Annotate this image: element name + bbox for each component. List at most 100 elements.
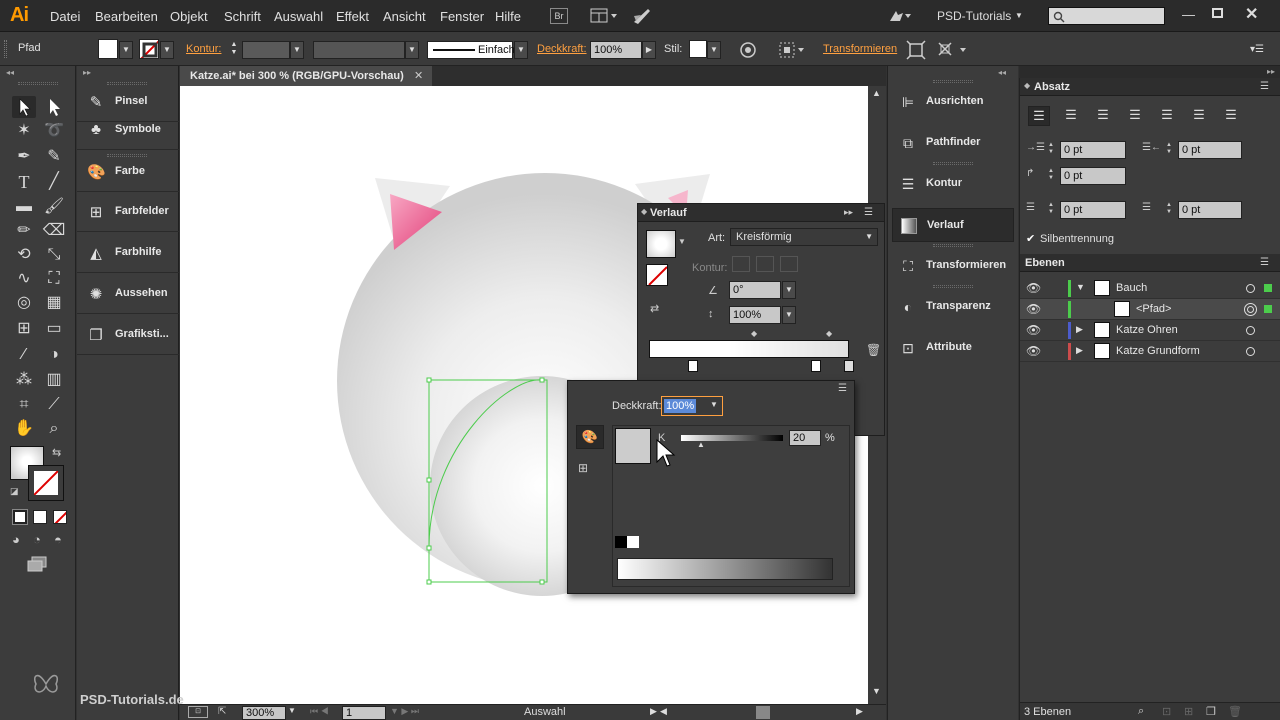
layer-row-pfad[interactable]: 👁 <Pfad>: [1020, 299, 1280, 320]
selection-handle[interactable]: [426, 477, 432, 483]
panel-menu-icon[interactable]: ☰: [1260, 257, 1269, 268]
align-right-button[interactable]: ☰: [1092, 106, 1114, 126]
new-sublayer-icon[interactable]: ⊞: [1184, 705, 1193, 718]
dock-grip[interactable]: [933, 244, 973, 247]
artboard-number-field[interactable]: 1: [342, 706, 386, 720]
zoom-chevron-icon[interactable]: ▼: [288, 706, 296, 715]
midpoint-diamond-icon[interactable]: ◆: [751, 329, 757, 338]
close-tab-icon[interactable]: ✕: [414, 69, 423, 82]
panel-menu-icon[interactable]: ☰: [864, 207, 873, 218]
control-bar-grip[interactable]: [4, 40, 7, 58]
target-circle-icon[interactable]: [1246, 284, 1255, 293]
menu-datei[interactable]: Datei: [50, 9, 80, 24]
dock-grip[interactable]: [933, 285, 973, 288]
aspect-chevron-icon[interactable]: ▼: [782, 306, 796, 324]
target-circle-selected-icon[interactable]: [1244, 303, 1257, 316]
first-artboard-icon[interactable]: ⏮ ◀: [310, 706, 329, 717]
k-value-field[interactable]: 20: [789, 430, 821, 446]
gradient-stop[interactable]: [844, 360, 854, 372]
opacity-field[interactable]: 100%: [590, 41, 642, 59]
right-indent-field[interactable]: 0 pt: [1178, 141, 1242, 159]
menu-bearbeiten[interactable]: Bearbeiten: [95, 9, 158, 24]
selection-handle[interactable]: [426, 545, 432, 551]
visibility-eye-icon[interactable]: 👁: [1026, 344, 1041, 358]
ebenen-panel-header[interactable]: Ebenen ☰: [1020, 254, 1280, 272]
visibility-eye-icon[interactable]: 👁: [1026, 302, 1041, 316]
align-left-button[interactable]: ☰: [1028, 106, 1050, 126]
panel-menu-icon[interactable]: ☰: [1260, 81, 1269, 92]
draw-inside-icon[interactable]: ◓: [54, 532, 62, 547]
justify-center-button[interactable]: ☰: [1156, 106, 1178, 126]
stroke-weight-stepper[interactable]: ▲ ▼: [228, 41, 240, 59]
current-color-swatch[interactable]: [615, 428, 651, 464]
stroke-weight-chevron-icon[interactable]: ▼: [290, 41, 304, 59]
panel-collapse-icon[interactable]: ▸▸: [844, 207, 853, 218]
white-swatch[interactable]: [627, 536, 639, 548]
layer-name[interactable]: Katze Grundform: [1116, 345, 1200, 357]
gradient-stop[interactable]: [811, 360, 821, 372]
scroll-down-arrow-icon[interactable]: ▼: [872, 686, 881, 696]
export-icon[interactable]: ⇱: [218, 706, 226, 717]
dock-item-transparenz[interactable]: ◐ Transparenz: [892, 290, 1014, 324]
status-text[interactable]: Auswahl: [524, 706, 566, 718]
control-bar-menu-icon[interactable]: ▾☰: [1250, 44, 1264, 55]
stroke-along-button[interactable]: [756, 256, 774, 272]
artboard-tool-icon[interactable]: ⌗: [12, 394, 36, 416]
brush-profile-chevron-icon[interactable]: ▼: [514, 41, 528, 59]
absatz-panel-header[interactable]: ◆ Absatz ☰: [1020, 78, 1280, 96]
reverse-gradient-icon[interactable]: ⇄: [650, 302, 659, 315]
delete-layer-icon[interactable]: 🗑: [1228, 705, 1242, 718]
layer-row-katze-grundform[interactable]: 👁 ▶ Katze Grundform: [1020, 341, 1280, 362]
left-indent-stepper[interactable]: ▲ ▼: [1048, 142, 1054, 156]
verlauf-panel-header[interactable]: ◆ Verlauf ▸▸ ☰: [638, 204, 884, 222]
hscroll-right-icon[interactable]: ▶: [856, 706, 863, 717]
type-tool-icon[interactable]: T: [12, 171, 36, 193]
dock-item-symbole[interactable]: ♣ Symbole: [77, 110, 179, 150]
first-line-indent-stepper[interactable]: ▲ ▼: [1048, 168, 1054, 182]
direct-selection-tool-icon[interactable]: [42, 96, 66, 118]
default-fill-stroke-icon[interactable]: ◪: [10, 486, 19, 497]
expand-triangle-icon[interactable]: ▶: [1076, 345, 1083, 356]
expand-triangle-icon[interactable]: ▶: [1076, 324, 1083, 335]
column-graph-tool-icon[interactable]: ▥: [42, 369, 66, 391]
panel-toggle-icon[interactable]: ◆: [641, 207, 647, 216]
justify-right-button[interactable]: ☰: [1188, 106, 1210, 126]
brush-profile-select[interactable]: Einfach: [427, 41, 515, 59]
gradient-mode-icon[interactable]: [33, 510, 47, 524]
eyedropper-tool-icon[interactable]: ⁄: [12, 344, 36, 366]
hyphenation-checkbox[interactable]: ✔: [1026, 232, 1035, 245]
draw-normal-icon[interactable]: ◕: [12, 532, 20, 547]
visibility-eye-icon[interactable]: 👁: [1026, 281, 1041, 295]
left-indent-field[interactable]: 0 pt: [1060, 141, 1126, 159]
layer-row-bauch[interactable]: 👁 ▼ Bauch: [1020, 278, 1280, 299]
help-search-input[interactable]: [1048, 7, 1165, 25]
angle-field[interactable]: 0°: [729, 281, 781, 299]
dock-item-grafikstile[interactable]: ❐ Grafiksti...: [77, 315, 179, 355]
swap-fill-stroke-icon[interactable]: ⇆: [52, 446, 61, 459]
toolbar-collapse-icon[interactable]: ◂◂: [6, 68, 14, 77]
space-before-field[interactable]: 0 pt: [1060, 201, 1126, 219]
target-circle-icon[interactable]: [1246, 347, 1255, 356]
scale-tool-icon[interactable]: ⤡: [42, 244, 66, 266]
popup-menu-icon[interactable]: ☰: [838, 383, 847, 394]
stroke-dropdown-chevron-icon[interactable]: ▼: [160, 41, 174, 59]
recolor-artwork-icon[interactable]: [739, 41, 757, 59]
maximize-button[interactable]: [1212, 8, 1223, 18]
menu-ansicht[interactable]: Ansicht: [383, 9, 426, 24]
color-mode-icon[interactable]: [12, 509, 28, 525]
workspace-chevron-icon[interactable]: ▼: [1015, 11, 1023, 20]
eraser-tool-icon[interactable]: ⌫: [42, 220, 66, 242]
isolation-mode-dropdown-icon[interactable]: [936, 40, 972, 60]
midpoint-diamond-icon[interactable]: ◆: [826, 329, 832, 338]
selection-handle[interactable]: [426, 377, 432, 383]
bridge-button[interactable]: Br: [550, 8, 568, 24]
fill-swatch[interactable]: [98, 39, 118, 59]
opacity-slider-arrow-icon[interactable]: ▶: [642, 41, 656, 59]
gpu-rocket-icon[interactable]: [632, 6, 652, 26]
paintbrush-tool-icon[interactable]: 🖌: [42, 196, 66, 218]
zoom-field[interactable]: 300%: [242, 706, 286, 720]
free-transform-tool-icon[interactable]: ⛶: [42, 268, 66, 290]
selection-indicator[interactable]: [1264, 305, 1272, 313]
layer-name[interactable]: Bauch: [1116, 282, 1147, 294]
symbol-sprayer-tool-icon[interactable]: ⁂: [12, 369, 36, 391]
